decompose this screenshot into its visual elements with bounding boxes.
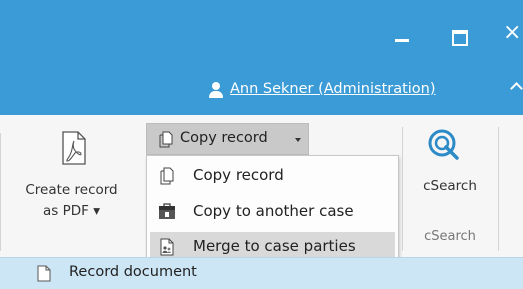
collapse-ribbon-icon[interactable] — [510, 82, 523, 95]
csearch-group-label: cSearch — [424, 229, 476, 244]
close-icon[interactable]: × — [503, 22, 521, 44]
minimize-icon[interactable] — [395, 28, 411, 44]
ribbon-separator — [498, 127, 499, 251]
copy-record-icon — [159, 131, 173, 148]
copy-to-case-icon — [159, 203, 175, 219]
menu-item-label: Copy record — [193, 166, 284, 184]
record-document-bar[interactable]: Record document — [0, 257, 523, 289]
record-document-label: Record document — [69, 264, 197, 280]
menu-item-label: Merge to case parties — [193, 237, 356, 255]
menu-item-copy-to-another-case[interactable]: Copy to another case — [150, 197, 395, 227]
chevron-down-icon — [295, 138, 301, 142]
user-account-link[interactable]: Ann Sekner (Administration) — [230, 81, 436, 97]
copy-record-menu: Copy record Copy to another case Merge t… — [146, 155, 399, 268]
menu-item-label: Copy to another case — [193, 202, 354, 220]
ribbon-separator — [0, 133, 1, 251]
create-pdf-button[interactable]: Create record as PDF ▾ — [20, 180, 123, 222]
copy-record-button[interactable]: Copy record — [146, 123, 309, 155]
pdf-document-icon — [62, 131, 86, 165]
title-bar: × Ann Sekner (Administration) — [0, 0, 523, 115]
csearch-icon — [428, 129, 459, 160]
merge-icon — [160, 238, 174, 256]
copy-record-icon — [160, 167, 174, 185]
maximize-icon[interactable] — [451, 28, 468, 46]
copy-record-label: Copy record — [180, 130, 268, 146]
ribbon-separator — [402, 127, 403, 251]
menu-item-copy-record[interactable]: Copy record — [150, 161, 395, 191]
document-icon — [37, 265, 51, 282]
csearch-button[interactable]: cSearch — [410, 178, 490, 194]
user-icon — [209, 82, 223, 98]
